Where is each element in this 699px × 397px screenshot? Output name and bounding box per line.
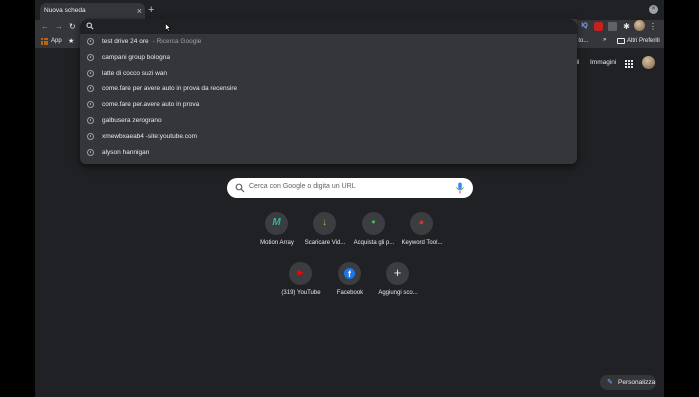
suggestion-query: come.fare per.avere auto in prova: [102, 101, 200, 109]
bookmarks-overflow-icon[interactable]: »: [603, 37, 606, 43]
suggestion-text: come.fare per avere auto in prova da rec…: [102, 85, 237, 92]
shortcut-keyword-tool[interactable]: ● Keyword Tool...: [394, 212, 450, 254]
shortcut-label: Aggiungi sco...: [378, 290, 418, 296]
red-extension-icon[interactable]: [594, 22, 603, 31]
suggestion-query: come.fare per avere auto in prova da rec…: [102, 85, 238, 93]
history-clock-icon: [87, 85, 94, 93]
tab-new-tab[interactable]: Nuova scheda ×: [40, 3, 145, 20]
puzzle-extensions-icon[interactable]: ✱: [622, 22, 631, 31]
omnibox-suggestion[interactable]: latte di cocco suzi wan: [80, 67, 577, 82]
omnibox-suggestion[interactable]: come.fare per.avere auto in prova: [80, 98, 577, 113]
suggestion-query: campani group bologna: [102, 53, 170, 61]
suggestion-query: latte di cocco suzi wan: [102, 69, 168, 77]
pencil-icon: ✎: [607, 379, 613, 386]
shortcut-youtube[interactable]: ▶ (319) YouTube: [273, 262, 329, 304]
history-clock-icon: [87, 38, 94, 45]
suggestion-text: latte di cocco suzi wan: [102, 70, 167, 77]
suggestion-query: test drive 24 ore: [102, 38, 149, 45]
omnibox-suggestion[interactable]: galbusera zerograno: [80, 114, 577, 129]
folder-icon: [617, 38, 625, 44]
customize-label: Personalizza: [618, 379, 656, 386]
images-link[interactable]: Immagini: [590, 59, 616, 66]
suggestion-text: galbusera zerograno: [102, 117, 162, 124]
search-box[interactable]: Cerca con Google o digita un URL: [227, 178, 473, 198]
youtube-icon: ▶: [289, 262, 312, 285]
suggestion-suffix: - Ricerca Google: [152, 38, 202, 45]
history-clock-icon: [87, 101, 94, 109]
history-clock-icon: [87, 53, 94, 61]
bookmark-apps[interactable]: App: [51, 38, 62, 44]
tab-strip: Nuova scheda × + ×: [35, 0, 664, 20]
menu-kebab-icon[interactable]: ⋮: [649, 22, 657, 31]
add-icon: +: [386, 262, 409, 285]
omnibox-suggestion[interactable]: campani group bologna: [80, 51, 577, 66]
search-icon: [235, 183, 245, 193]
tab-close-icon[interactable]: ×: [137, 5, 142, 17]
keyword-tool-icon: ●: [410, 212, 433, 235]
history-clock-icon: [87, 117, 94, 124]
window-close-button[interactable]: ×: [649, 5, 658, 14]
account-avatar[interactable]: [642, 56, 655, 69]
profile-avatar[interactable]: [634, 20, 645, 31]
download-icon: ↓: [313, 212, 336, 235]
suggestion-text: alyson hannigan: [102, 149, 149, 156]
suggestion-text: test drive 24 ore - Ricerca Google: [102, 38, 201, 45]
mouse-cursor-icon: [165, 23, 171, 32]
omnibox-suggestion[interactable]: xmewbxaeab4 -site:youtube.com: [80, 130, 577, 145]
new-tab-button[interactable]: +: [148, 4, 154, 16]
history-clock-icon: [87, 148, 94, 156]
omnibox-dropdown: test drive 24 ore - Ricerca Google campani…: [80, 19, 577, 164]
suggestion-text: xmewbxaeab4 -site:youtube.com: [102, 133, 197, 140]
omnibox-input[interactable]: [80, 19, 577, 34]
tab-title: Nuova scheda: [44, 7, 86, 14]
iq-extension-icon[interactable]: IQ: [580, 22, 589, 31]
microphone-icon[interactable]: [455, 182, 465, 194]
omnibox-suggestion[interactable]: come.fare per avere auto in prova da rec…: [80, 82, 577, 97]
google-apps-icon[interactable]: [625, 60, 633, 68]
apps-grid-icon[interactable]: [41, 38, 48, 45]
star-bookmark-icon[interactable]: ★: [68, 37, 74, 45]
customize-button[interactable]: ✎ Personalizza: [600, 375, 656, 390]
suggestion-query: galbusera zerograno: [102, 117, 162, 124]
motion-array-icon: M: [265, 212, 288, 235]
suggestion-text: campani group bologna: [102, 54, 170, 61]
suggestion-text: come.fare per.avere auto in prova: [102, 101, 199, 108]
shortcut-label: Keyword Tool...: [401, 240, 443, 246]
facebook-icon: f: [338, 262, 361, 285]
history-clock-icon: [87, 132, 94, 140]
shop-icon: •: [362, 212, 385, 235]
omnibox-search-icon: [86, 22, 94, 30]
suggestion-query: alyson hannigan: [102, 148, 150, 156]
history-clock-icon: [87, 69, 94, 77]
browser-window: Nuova scheda × + × ← → ↻ IQ ✱ ⋮ App ★ le…: [35, 0, 664, 397]
reload-icon[interactable]: ↻: [69, 22, 76, 32]
shortcut-add[interactable]: + Aggiungi sco...: [370, 262, 426, 304]
omnibox-suggestion[interactable]: test drive 24 ore - Ricerca Google: [80, 35, 577, 50]
suggestion-query: xmewbxaeab4 -site:youtube.com: [102, 132, 198, 140]
other-bookmarks[interactable]: Altri Preferiti: [627, 38, 660, 44]
shortcut-scaricare-video[interactable]: ↓ Scaricare Vid...: [297, 212, 353, 254]
forward-icon[interactable]: →: [55, 22, 63, 32]
omnibox-suggestion[interactable]: alyson hannigan: [80, 146, 577, 161]
search-placeholder: Cerca con Google o digita un URL: [249, 183, 356, 190]
grid-extension-icon[interactable]: [608, 22, 617, 31]
back-icon[interactable]: ←: [41, 22, 49, 32]
